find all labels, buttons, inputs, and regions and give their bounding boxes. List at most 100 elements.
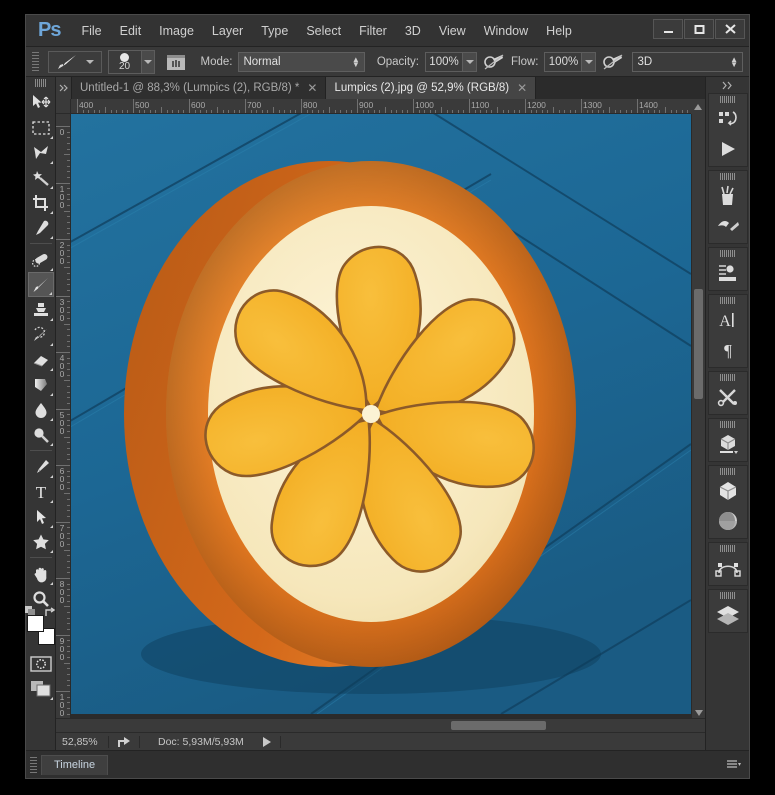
3d-panel-icon[interactable] [711, 476, 745, 506]
close-icon[interactable]: ✕ [517, 81, 527, 95]
tabs-gripper[interactable] [56, 77, 72, 99]
scroll-down-button[interactable] [695, 710, 703, 716]
color-swatches[interactable] [24, 606, 55, 645]
paragraph-panel-icon[interactable]: ¶ [711, 335, 745, 365]
dock-group-gripper[interactable] [719, 173, 736, 180]
play-arrow-icon[interactable] [262, 736, 272, 747]
maximize-button[interactable] [684, 19, 714, 39]
flow-label: Flow: [511, 55, 539, 68]
dock-group-gripper[interactable] [719, 250, 736, 257]
dock-group-gripper[interactable] [719, 96, 736, 103]
share-icon[interactable] [109, 736, 139, 748]
character-panel-icon[interactable]: A [711, 305, 745, 335]
opacity-control[interactable]: 100% [425, 51, 477, 72]
quick-mask-button[interactable] [28, 651, 54, 676]
menu-select[interactable]: Select [297, 19, 350, 43]
rectangular-marquee-tool[interactable] [28, 115, 54, 140]
gradient-tool[interactable] [28, 372, 54, 397]
airbrush-toggle-button[interactable] [483, 53, 505, 71]
toggle-brush-panel-button[interactable] [165, 52, 187, 72]
timeline-gripper[interactable] [30, 756, 37, 773]
menu-layer[interactable]: Layer [203, 19, 252, 43]
dock-collapse-button[interactable] [711, 77, 745, 93]
eyedropper-tool[interactable] [28, 215, 54, 240]
custom-shape-tool[interactable] [28, 529, 54, 554]
move-tool[interactable] [28, 90, 54, 115]
vertical-scrollbar[interactable] [691, 114, 705, 718]
tool-presets-panel-icon[interactable] [711, 382, 745, 412]
dock-group-gripper[interactable] [719, 545, 736, 552]
flow-dropdown[interactable] [582, 51, 597, 72]
dock-group-gripper[interactable] [719, 592, 736, 599]
paths-panel-icon[interactable] [711, 553, 745, 583]
flow-value[interactable]: 100% [544, 51, 583, 72]
panel-menu-icon[interactable] [727, 759, 741, 770]
brush-presets-panel-icon[interactable] [711, 181, 745, 211]
blend-mode-select[interactable]: Normal ▲ ▼ [238, 51, 365, 72]
foreground-color-swatch[interactable] [26, 615, 44, 632]
vertical-ruler[interactable]: 0 100 200 300 400 500 600 700 800 900 1000 [56, 114, 71, 718]
tab-untitled-1[interactable]: Untitled-1 @ 88,3% (Lumpics (2), RGB/8) … [72, 77, 327, 99]
layers-panel-icon[interactable] [711, 600, 745, 630]
dock-group-gripper[interactable] [719, 421, 736, 428]
horizontal-scrollbar-thumb[interactable] [451, 721, 546, 730]
type-tool[interactable]: T [28, 479, 54, 504]
brush-size-dropdown[interactable] [141, 49, 155, 74]
dock-group-gripper[interactable] [719, 374, 736, 381]
brush-tool[interactable] [27, 272, 54, 297]
horizontal-scrollbar[interactable] [56, 718, 705, 732]
minimize-button[interactable] [653, 19, 683, 39]
dock-group-gripper[interactable] [719, 468, 736, 475]
magic-wand-tool[interactable] [28, 165, 54, 190]
screen-mode-button[interactable] [28, 676, 54, 701]
menu-filter[interactable]: Filter [350, 19, 396, 43]
materials-panel-icon[interactable] [711, 506, 745, 536]
menu-image[interactable]: Image [150, 19, 203, 43]
brush-panel-icon[interactable] [711, 211, 745, 241]
crop-tool[interactable] [28, 190, 54, 215]
tab-timeline[interactable]: Timeline [41, 754, 109, 775]
history-panel-icon[interactable] [711, 104, 745, 134]
close-button[interactable] [715, 19, 745, 39]
horizontal-ruler[interactable]: 4005006007008009001000110012001300140015… [71, 99, 691, 114]
menu-file[interactable]: File [72, 19, 110, 43]
brush-size-control[interactable]: 20 [107, 49, 155, 74]
tab-lumpics-2-jpg[interactable]: Lumpics (2).jpg @ 52,9% (RGB/8) ✕ [326, 77, 537, 99]
healing-brush-tool[interactable] [28, 247, 54, 272]
actions-panel-icon[interactable] [711, 134, 745, 164]
workspace-select[interactable]: 3D ▲ ▼ [632, 51, 743, 72]
menu-help[interactable]: Help [537, 19, 581, 43]
hand-tool[interactable] [28, 561, 54, 586]
tools-panel-gripper[interactable] [34, 79, 47, 87]
tablet-pressure-toggle-button[interactable] [602, 53, 624, 71]
opacity-value[interactable]: 100% [425, 51, 463, 72]
menu-view[interactable]: View [430, 19, 475, 43]
dock-group-gripper[interactable] [719, 297, 736, 304]
close-icon[interactable]: ✕ [307, 81, 317, 95]
scroll-up-button[interactable] [691, 99, 705, 114]
flow-control[interactable]: 100% [544, 51, 597, 72]
history-brush-tool[interactable] [28, 322, 54, 347]
lasso-tool[interactable] [28, 140, 54, 165]
menu-edit[interactable]: Edit [111, 19, 151, 43]
brush-preset-picker[interactable] [47, 50, 102, 73]
menu-3d[interactable]: 3D [396, 19, 430, 43]
blur-tool[interactable] [28, 397, 54, 422]
eraser-tool[interactable] [28, 347, 54, 372]
pen-tool[interactable] [28, 454, 54, 479]
options-bar-gripper[interactable] [32, 51, 39, 72]
path-selection-tool[interactable] [28, 504, 54, 529]
opacity-dropdown[interactable] [463, 51, 477, 72]
brush-size-field[interactable]: 20 [107, 49, 142, 74]
menu-type[interactable]: Type [252, 19, 297, 43]
menu-window[interactable]: Window [475, 19, 537, 43]
adjustments-panel-icon[interactable] [711, 258, 745, 288]
swap-colors-icon[interactable] [44, 607, 56, 618]
ruler-corner[interactable] [56, 99, 71, 114]
zoom-level[interactable]: 52,85% [56, 736, 108, 748]
image-canvas[interactable] [71, 114, 691, 718]
vertical-scrollbar-thumb[interactable] [694, 289, 703, 399]
3d-settings-panel-icon[interactable] [711, 429, 745, 459]
dodge-tool[interactable] [28, 422, 54, 447]
clone-stamp-tool[interactable] [28, 297, 54, 322]
